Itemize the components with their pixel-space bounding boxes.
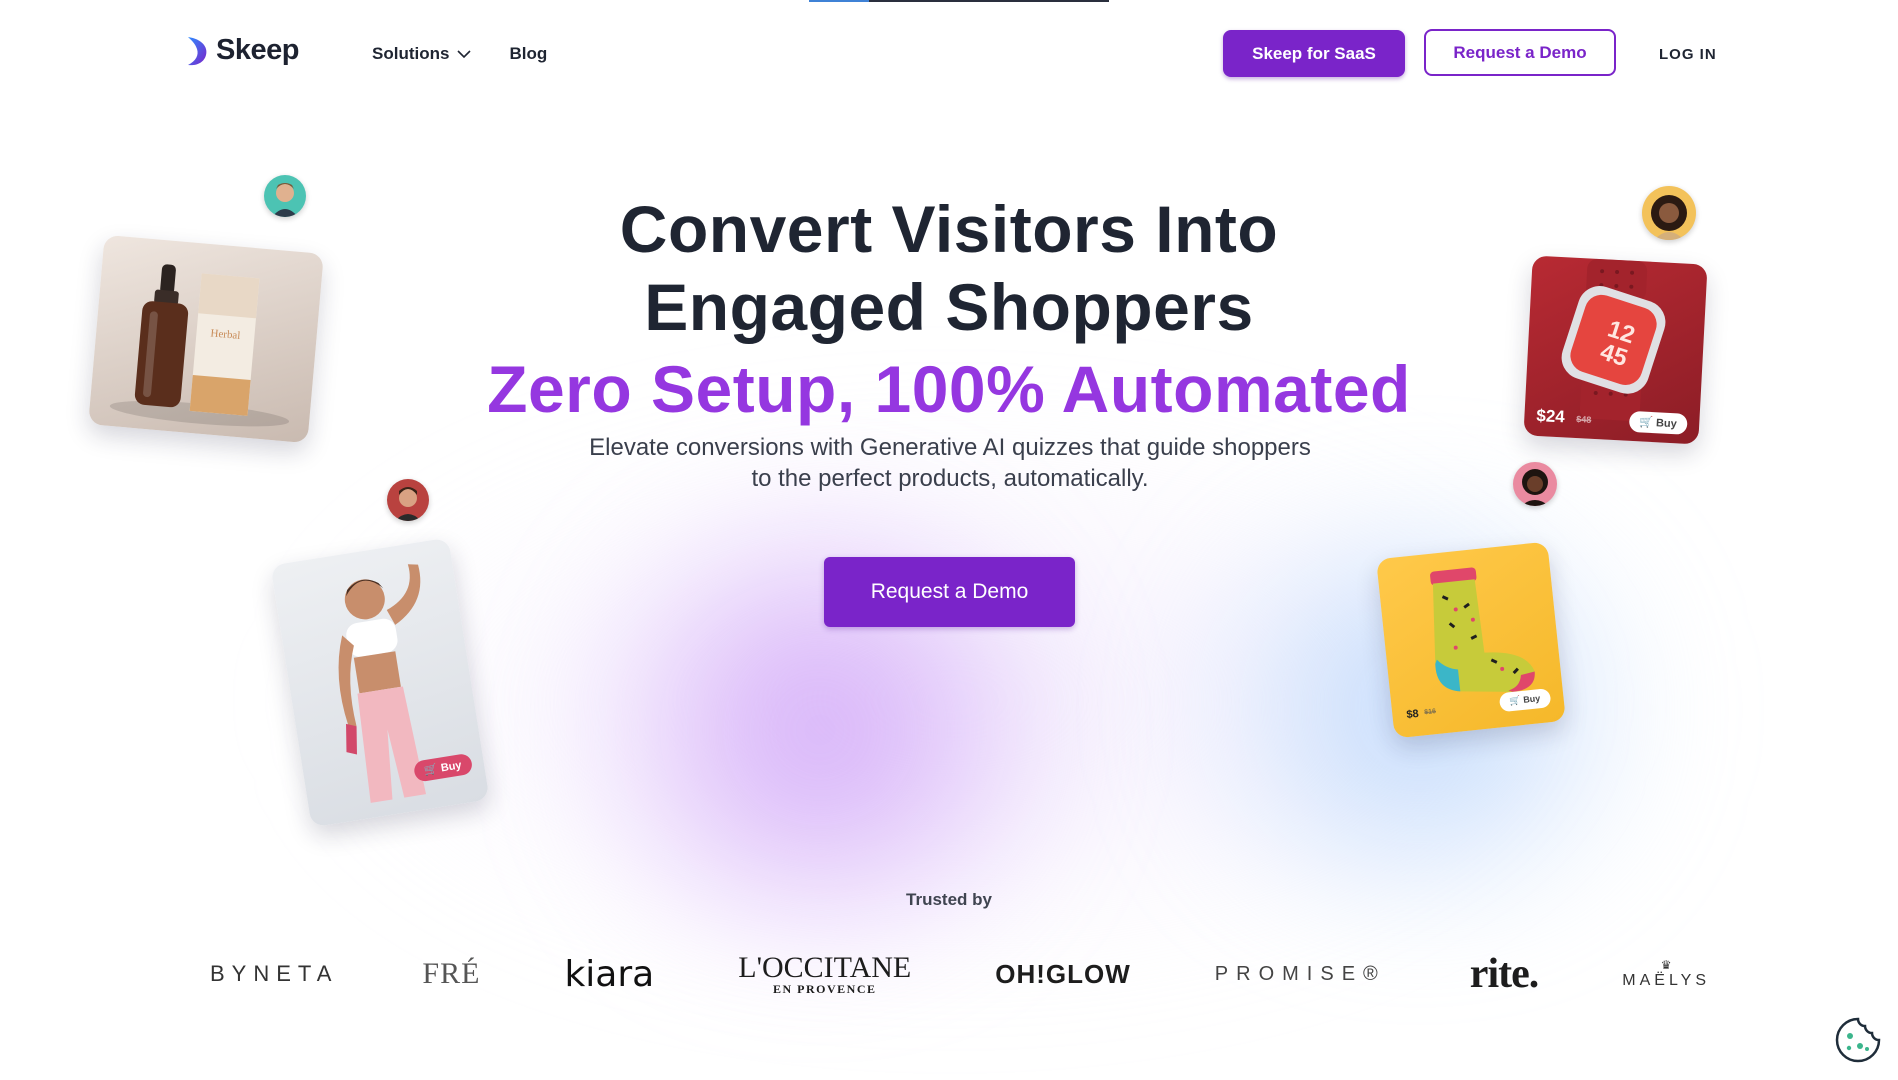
avatar-shopper-4 — [1513, 462, 1557, 506]
trusted-by-label: Trusted by — [906, 890, 992, 909]
brand-ohglow-logo: OH!GLOW — [995, 958, 1131, 989]
watch-price: $24 — [1535, 405, 1566, 427]
chevron-down-icon — [457, 49, 472, 58]
loccitane-name: L'OCCITANE — [738, 951, 912, 984]
login-link[interactable]: LOG IN — [1659, 46, 1717, 63]
brand-byneta-logo: BYNETA — [210, 961, 339, 986]
fitness-model-image — [338, 564, 427, 803]
maelys-name: MAËLYS — [1622, 972, 1710, 989]
main-nav: Solutions Blog — [372, 44, 547, 64]
skeep-logo[interactable]: Skeep — [184, 34, 299, 67]
request-demo-header-button[interactable]: Request a Demo — [1424, 29, 1616, 76]
cart-icon: 🛒 — [423, 763, 439, 778]
brand-maelys-logo: ♛ MAËLYS — [1622, 958, 1710, 990]
hero-description-line1: Elevate conversions with Generative AI q… — [589, 434, 1311, 461]
fitness-buy-label: Buy — [440, 759, 463, 775]
brand-rite-logo: rite. — [1469, 951, 1539, 997]
avatar-shopper-2 — [387, 479, 429, 521]
sock-old-price: $16 — [1423, 708, 1437, 717]
sock-price: $8 — [1405, 707, 1420, 722]
hero-description: Elevate conversions with Generative AI q… — [500, 432, 1400, 494]
skeep-logo-icon — [188, 36, 207, 65]
product-card-sock: $8 $16 🛒 Buy — [1376, 541, 1566, 739]
nav-solutions[interactable]: Solutions — [372, 44, 472, 64]
product-card-watch: 12 45 $24 $48 🛒 Buy — [1523, 255, 1708, 445]
product-card-serum: Herbal — [88, 234, 324, 444]
cookie-icon[interactable] — [1834, 1016, 1882, 1064]
nav-solutions-label: Solutions — [372, 44, 450, 63]
brand-kiara-logo: kiara — [564, 953, 655, 995]
serum-box-text: Herbal — [210, 327, 241, 342]
sock-image — [1430, 567, 1535, 692]
avatar-shopper-1 — [264, 175, 306, 217]
cart-icon: 🛒 — [1509, 695, 1522, 707]
watch-buy-button[interactable]: 🛒 Buy — [1628, 410, 1688, 435]
hero-description-line2: to the perfect products, automatically. — [751, 465, 1149, 492]
watch-old-price: $48 — [1576, 414, 1592, 425]
skeep-for-saas-button[interactable]: Skeep for SaaS — [1223, 30, 1405, 77]
brand-promise-logo: PROMISE® — [1214, 962, 1386, 985]
brand-logos: BYNETA FRÉ kiara L'OCCITANE EN PROVENCE … — [210, 950, 1710, 998]
cart-icon: 🛒 — [1638, 416, 1654, 430]
serum-image: Herbal — [109, 264, 290, 427]
nav-blog[interactable]: Blog — [509, 44, 547, 64]
top-progress-bar — [809, 0, 1109, 2]
loccitane-tagline: EN PROVENCE — [772, 982, 877, 996]
watch-buy-label: Buy — [1655, 417, 1678, 431]
avatar-shopper-3 — [1642, 186, 1696, 240]
logo-text: Skeep — [216, 34, 299, 66]
maelys-crown-icon: ♛ — [1660, 958, 1672, 972]
brand-loccitane-logo: L'OCCITANE EN PROVENCE — [738, 951, 912, 996]
brand-fre-logo: FRÉ — [422, 957, 481, 990]
sock-buy-label: Buy — [1522, 693, 1541, 705]
nav-blog-label: Blog — [509, 44, 548, 63]
request-demo-cta-button[interactable]: Request a Demo — [824, 557, 1075, 627]
product-card-fitness: 🛒 Buy — [270, 537, 490, 828]
